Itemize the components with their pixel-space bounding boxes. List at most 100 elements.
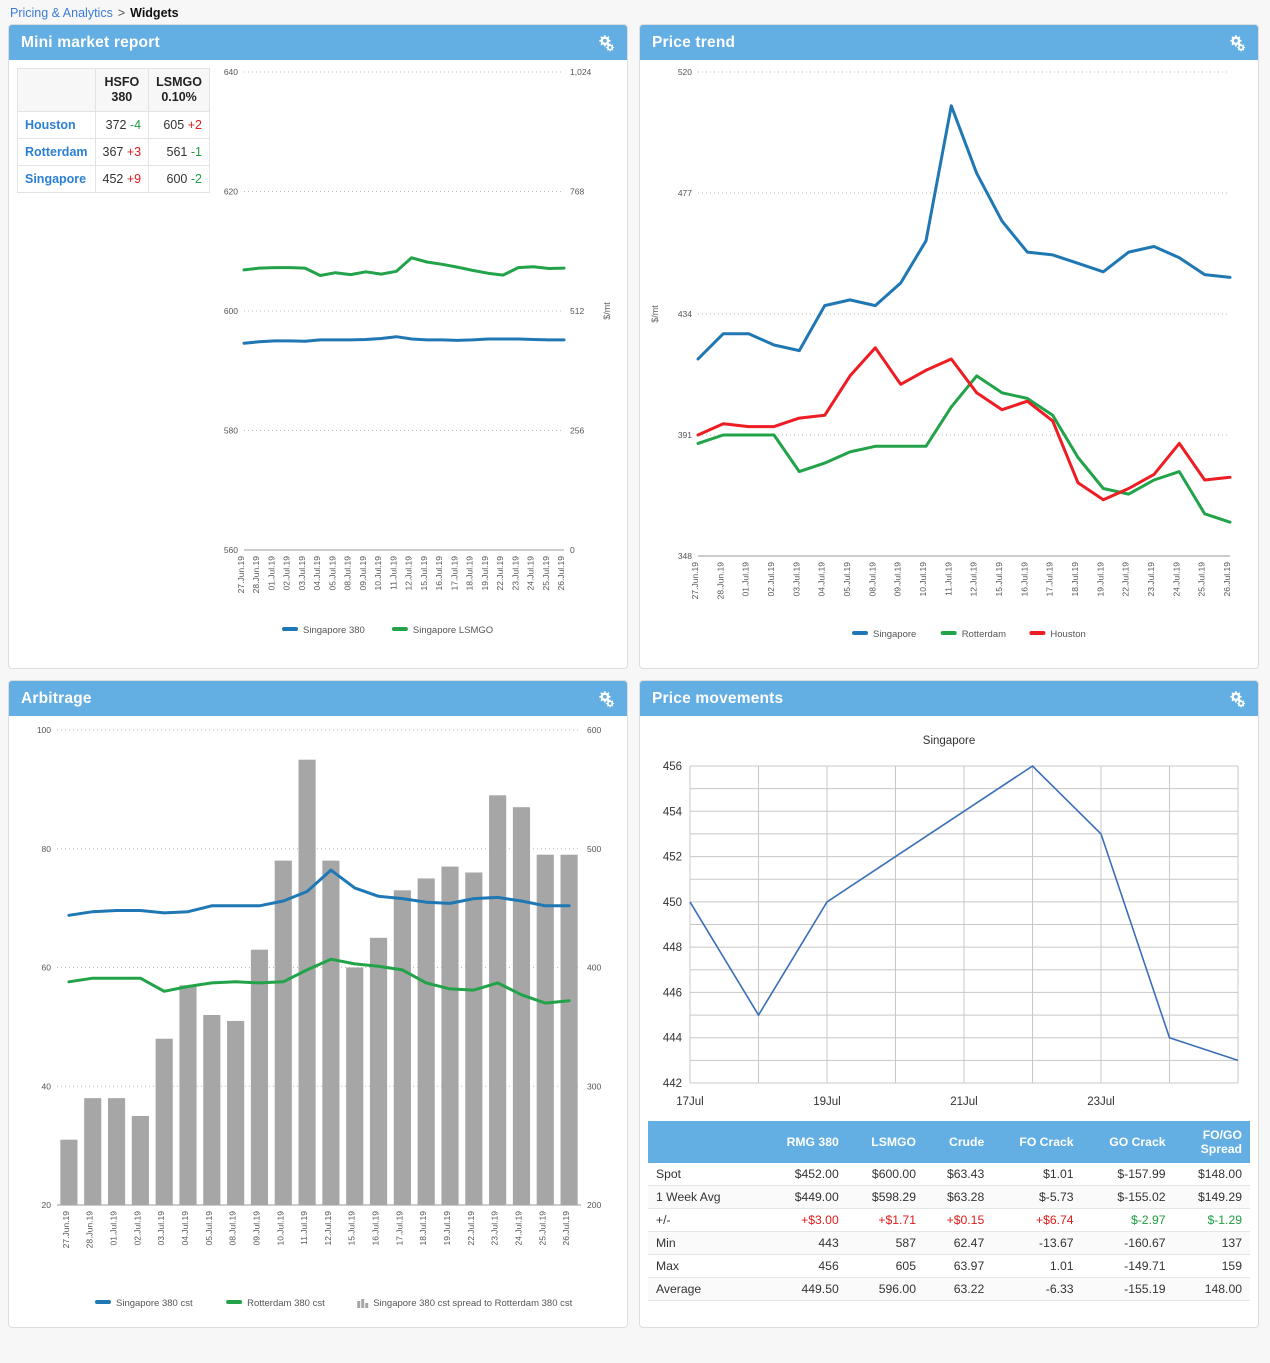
svg-text:25.Jul.19: 25.Jul.19 xyxy=(541,556,551,591)
table-cell: $149.29 xyxy=(1173,1185,1250,1209)
table-cell: -160.67 xyxy=(1081,1231,1174,1255)
cogs-icon[interactable] xyxy=(597,690,615,708)
table-cell: 587 xyxy=(846,1231,924,1255)
svg-text:12.Jul.19: 12.Jul.19 xyxy=(404,556,414,591)
mini-row-lsmgo: 561 -1 xyxy=(148,138,210,166)
svg-text:200: 200 xyxy=(587,1200,601,1210)
panel-title-mini: Mini market report xyxy=(21,33,160,51)
table-row: Spot $452.00 $600.00 $63.43 $1.01 $-157.99 $14… xyxy=(648,1163,1250,1186)
breadcrumb-separator: > xyxy=(117,6,126,20)
svg-text:02.Jul.19: 02.Jul.19 xyxy=(132,1211,142,1246)
svg-text:08.Jul.19: 08.Jul.19 xyxy=(228,1211,238,1246)
mini-row-hsfo: 367 +3 xyxy=(94,138,150,166)
svg-text:Singapore 380: Singapore 380 xyxy=(303,625,365,636)
mini-lsmgo-change: -2 xyxy=(190,172,202,186)
mini-col-hsfo-line2: 380 xyxy=(111,90,133,104)
table-row: Max 456 605 63.97 1.01 -149.71 159 xyxy=(648,1254,1250,1278)
svg-text:11.Jul.19: 11.Jul.19 xyxy=(299,1211,309,1245)
panel-body-movements: Singapore 442 444 446 448 450 452 454 456 17Jul 19… xyxy=(640,716,1258,1307)
svg-text:09.Jul.19: 09.Jul.19 xyxy=(358,556,368,591)
panel-title-trend: Price trend xyxy=(652,33,736,51)
table-cell: $600.00 xyxy=(846,1163,924,1186)
svg-text:256: 256 xyxy=(570,426,584,436)
table-cell: 596.00 xyxy=(846,1277,924,1301)
cogs-icon[interactable] xyxy=(1228,690,1246,708)
mini-hsfo-change: +3 xyxy=(126,145,142,159)
svg-text:100: 100 xyxy=(37,725,51,735)
panel-mini-market-report: Mini market report HSFO 380 LSMGO 0.10% … xyxy=(8,24,628,669)
svg-text:Houston: Houston xyxy=(1050,629,1085,640)
svg-text:60: 60 xyxy=(42,963,52,973)
table-cell: $-1.29 xyxy=(1173,1208,1250,1232)
svg-text:23Jul: 23Jul xyxy=(1087,1096,1115,1108)
panel-title-arbitrage: Arbitrage xyxy=(21,689,92,707)
svg-text:28.Jun.19: 28.Jun.19 xyxy=(715,562,725,600)
svg-text:20: 20 xyxy=(42,1200,52,1210)
svg-text:444: 444 xyxy=(663,1033,683,1045)
breadcrumb-root-link[interactable]: Pricing & Analytics xyxy=(10,6,113,20)
mini-row-location[interactable]: Houston xyxy=(17,111,96,139)
svg-text:21Jul: 21Jul xyxy=(950,1096,978,1108)
svg-text:03.Jul.19: 03.Jul.19 xyxy=(791,562,801,597)
svg-text:$/mt: $/mt xyxy=(650,305,660,323)
svg-text:15.Jul.19: 15.Jul.19 xyxy=(347,1211,357,1246)
svg-text:01.Jul.19: 01.Jul.19 xyxy=(109,1211,119,1246)
svg-text:23.Jul.19: 23.Jul.19 xyxy=(490,1211,500,1246)
price-movements-table: RMG 380 LSMGO Crude FO Crack GO Crack FO/GO Sp… xyxy=(648,1121,1250,1301)
row-label: Max xyxy=(648,1254,760,1278)
svg-text:18.Jul.19: 18.Jul.19 xyxy=(1070,562,1080,597)
table-cell: 159 xyxy=(1173,1254,1250,1278)
svg-text:348: 348 xyxy=(678,551,692,561)
panel-price-trend: Price trend 348 391 434 477 520 $/mt 27.Jun.19… xyxy=(639,24,1259,669)
row-label: Spot xyxy=(648,1163,760,1186)
table-cell: $63.28 xyxy=(923,1185,993,1209)
mini-row-location[interactable]: Rotterdam xyxy=(17,138,96,166)
table-cell: 62.47 xyxy=(923,1231,993,1255)
mini-lsmgo-change: -1 xyxy=(190,145,202,159)
svg-text:22.Jul.19: 22.Jul.19 xyxy=(1121,562,1131,597)
svg-text:452: 452 xyxy=(663,852,682,864)
widgets-grid: Mini market report HSFO 380 LSMGO 0.10% … xyxy=(0,24,1270,1328)
table-cell: 63.22 xyxy=(923,1277,993,1301)
svg-text:19.Jul.19: 19.Jul.19 xyxy=(1095,562,1105,597)
svg-text:580: 580 xyxy=(224,426,238,436)
svg-text:19.Jul.19: 19.Jul.19 xyxy=(480,556,490,591)
svg-text:11.Jul.19: 11.Jul.19 xyxy=(388,556,398,590)
table-cell: $598.29 xyxy=(846,1185,924,1209)
table-cell: $-5.73 xyxy=(992,1185,1082,1209)
svg-text:23.Jul.19: 23.Jul.19 xyxy=(1146,562,1156,597)
panel-header-mini: Mini market report xyxy=(9,25,627,60)
mini-lsmgo-value: 605 xyxy=(163,118,185,132)
svg-text:400: 400 xyxy=(587,963,601,973)
table-cell: -155.19 xyxy=(1081,1277,1174,1301)
svg-text:27.Jun.19: 27.Jun.19 xyxy=(61,1211,71,1249)
svg-text:18.Jul.19: 18.Jul.19 xyxy=(465,556,475,591)
svg-text:03.Jul.19: 03.Jul.19 xyxy=(156,1211,166,1246)
table-row: Houston 372 -4 605 +2 xyxy=(17,111,210,139)
mini-col-lsmgo-line1: LSMGO xyxy=(156,75,202,89)
movements-table-wrapper: RMG 380 LSMGO Crude FO Crack GO Crack FO/GO Sp… xyxy=(640,1121,1258,1307)
cogs-icon[interactable] xyxy=(597,34,615,52)
svg-text:28.Jun.19: 28.Jun.19 xyxy=(251,556,261,594)
mini-row-hsfo: 372 -4 xyxy=(94,111,150,139)
svg-text:19Jul: 19Jul xyxy=(813,1096,841,1108)
panel-body-arbitrage: 20 40 60 80 100 200 300 400 500 600 27.Jun.19 28.Ju… xyxy=(9,716,627,1327)
cogs-icon[interactable] xyxy=(1228,34,1246,52)
table-cell: 605 xyxy=(846,1254,924,1278)
mini-row-location[interactable]: Singapore xyxy=(17,165,96,193)
table-header-row: RMG 380 LSMGO Crude FO Crack GO Crack FO/GO Sp… xyxy=(648,1121,1250,1163)
svg-text:05.Jul.19: 05.Jul.19 xyxy=(204,1211,214,1246)
breadcrumb-current: Widgets xyxy=(130,6,179,20)
mini-hsfo-change: -4 xyxy=(130,118,142,132)
svg-text:22.Jul.19: 22.Jul.19 xyxy=(466,1211,476,1246)
table-cell: +$3.00 xyxy=(760,1208,847,1232)
mini-row-lsmgo: 600 -2 xyxy=(148,165,210,193)
mini-market-chart: 560 580 600 620 640 0 256 512 768 1,024 $/mt 27.Jun… xyxy=(224,67,610,636)
table-cell: $-2.97 xyxy=(1081,1208,1174,1232)
svg-text:Rotterdam 380 cst: Rotterdam 380 cst xyxy=(247,1298,325,1309)
table-cell: $-155.02 xyxy=(1081,1185,1174,1209)
mini-hsfo-value: 372 xyxy=(105,118,127,132)
svg-text:05.Jul.19: 05.Jul.19 xyxy=(842,562,852,597)
mini-chart-container: 560 580 600 620 640 0 256 512 768 1,024 $/mt 27.Jun… xyxy=(210,60,627,668)
table-cell: 1.01 xyxy=(992,1254,1082,1278)
